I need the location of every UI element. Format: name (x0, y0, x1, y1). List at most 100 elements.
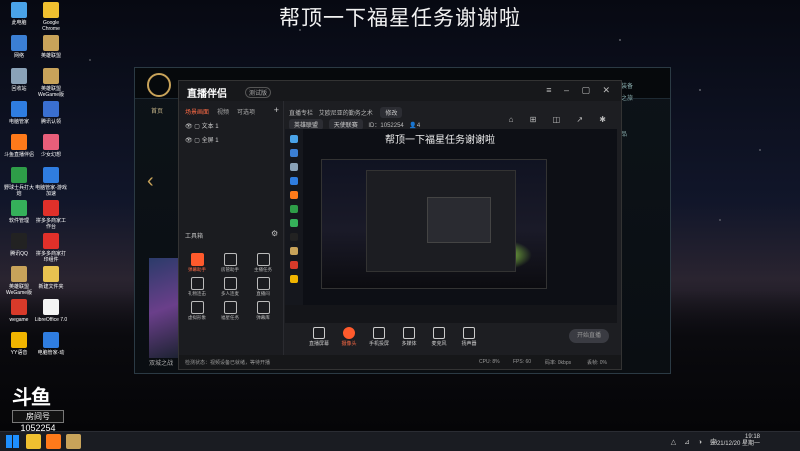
scene-item[interactable]: 👁 ▢ 文本 1 (185, 121, 219, 130)
desktop-icon-label: 英雄联盟 WeGame版 (37, 86, 65, 98)
cpu-readout: CPU: 8% (479, 359, 500, 365)
app-version-badge: 测试版 (245, 87, 272, 98)
desktop-icon[interactable]: 腾讯QQ (2, 233, 36, 257)
desktop-icon[interactable]: 野球士兵打大炮 (2, 167, 36, 197)
start-live-button[interactable]: 开始直播 (569, 329, 609, 343)
taskbar-app-icon[interactable] (66, 434, 81, 449)
clock-time: 19:18 (744, 434, 760, 440)
app-icon (43, 332, 59, 348)
desktop-icon-label: 英雄联盟 WeGame版 (5, 284, 33, 296)
tool-button[interactable]: 主播任务 (249, 253, 277, 273)
desktop-icon[interactable]: LibreOffice 7.0 (34, 299, 68, 323)
app-icon (43, 35, 59, 51)
desktop-icon[interactable]: 斗鱼直播伴侣 (2, 134, 36, 158)
desktop-icon[interactable]: 电脑管家 (2, 101, 36, 125)
desktop-icon[interactable]: 电脑管家-游戏加速 (34, 167, 68, 197)
source-button[interactable]: 摄像头 (335, 327, 363, 347)
stream-title[interactable]: 艾欧尼亚的勤务之术 (319, 111, 373, 117)
nested-app-window (366, 170, 516, 272)
desktop-icon[interactable]: 回收站 (2, 68, 36, 92)
desktop-icon[interactable]: 英雄联盟 WeGame版 (34, 68, 68, 98)
app-icon (11, 134, 27, 150)
bitrate-readout: 码率: 0kbps (545, 360, 572, 366)
desktop-icon[interactable]: 腾讯认领 (34, 101, 68, 125)
app-title-bar[interactable]: 直播伴侣 测试版 ≡ – ▢ ✕ (179, 81, 621, 101)
tool-button[interactable]: 礼物连击 (183, 277, 211, 297)
scene-item[interactable]: 👁 ▢ 全屏 1 (185, 135, 219, 144)
source-label: 多媒体 (401, 341, 417, 347)
taskbar-app-icon[interactable] (26, 434, 41, 449)
scene-tab[interactable]: 视频 (217, 107, 229, 116)
scene-label: 文本 1 (201, 124, 219, 130)
source-button[interactable]: 扬声器 (455, 327, 483, 347)
toolbar-icon-group[interactable]: ⌂ ⊞ ◫ ↗ ✱ (509, 115, 613, 124)
desktop-icon[interactable]: 英雄联盟 (34, 35, 68, 59)
tool-button[interactable]: 虚拟形象 (183, 301, 211, 321)
tool-button[interactable]: 房管助手 (216, 253, 244, 273)
stream-preview[interactable]: 帮顶一下福星任务谢谢啦 (285, 129, 617, 323)
carousel-prev-icon[interactable]: ‹ (147, 170, 154, 193)
desktop-icon-label: 英雄联盟 (40, 53, 61, 59)
desktop-icon[interactable]: YY语音 (2, 332, 36, 356)
source-label: 手机投屏 (368, 341, 389, 347)
toolbox-settings-icon[interactable]: ⚙ (271, 229, 278, 238)
start-button[interactable] (6, 435, 19, 448)
desktop-icon[interactable]: 拼多多商家打印组件 (34, 233, 68, 263)
tool-button[interactable]: 直播间 (249, 277, 277, 297)
source-button[interactable]: 多媒体 (395, 327, 423, 347)
desktop-icon-label: 新建文件夹 (38, 284, 64, 290)
drop-readout: 丢帧: 0% (587, 360, 608, 366)
desktop-icon[interactable]: 电脑管家-动 (34, 332, 68, 356)
nested-preview (321, 159, 547, 289)
edit-title-button[interactable]: 修改 (380, 107, 403, 118)
source-icon (343, 327, 355, 339)
scene-tab[interactable]: 场景画面 (185, 107, 209, 116)
clock[interactable]: 19:18 2021/12/20 星期一 (710, 434, 760, 448)
tool-button[interactable]: 福星任务 (216, 301, 244, 321)
desktop-icon[interactable]: 新建文件夹 (34, 266, 68, 290)
taskbar-app-icon[interactable] (46, 434, 61, 449)
desktop-icon[interactable]: 拼多多商家工作台 (34, 200, 68, 230)
tool-icon (223, 253, 237, 266)
app-icon (11, 2, 27, 18)
desktop-icon[interactable]: 此电脑 (2, 2, 36, 26)
status-text: 检测状态：视频设备已就绪，等待开播 (185, 360, 271, 366)
source-icon (403, 327, 415, 339)
source-button[interactable]: 直播屏幕 (305, 327, 333, 347)
app-icon (11, 233, 27, 249)
desktop-icon[interactable]: 网络 (2, 35, 36, 59)
add-scene-icon[interactable]: + (274, 105, 279, 115)
app-icon (11, 167, 27, 183)
tool-button[interactable]: 弹幕助手 (183, 253, 211, 273)
window-controls[interactable]: ≡ – ▢ ✕ (546, 85, 615, 96)
douyu-watermark: 斗鱼 房间号 1052254 (12, 388, 64, 433)
app-icon (43, 68, 59, 84)
desktop-icon[interactable]: 英雄联盟 WeGame版 (2, 266, 36, 296)
source-button[interactable]: 麦克风 (425, 327, 453, 347)
app-icon (43, 134, 59, 150)
source-controls: 开始直播 直播屏幕 摄像头 手机投屏 多媒体 麦克风 扬声器 (285, 323, 617, 355)
desktop-icon-label: 拼多多商家工作台 (35, 218, 66, 230)
desktop-icon[interactable]: Google Chrome (34, 2, 68, 32)
app-icon (11, 299, 27, 315)
tool-label: 弹幕库 (256, 315, 270, 320)
desktop-icon[interactable]: 少女幻想 (34, 134, 68, 158)
source-label: 麦克风 (431, 341, 447, 347)
tool-icon (190, 277, 204, 290)
tool-button[interactable]: 多人连麦 (216, 277, 244, 297)
scene-tab[interactable]: 可选项 (237, 107, 255, 116)
app-icon (11, 200, 27, 216)
stream-banner-text: 帮顶一下福星任务谢谢啦 (279, 7, 521, 30)
desktop-icon[interactable]: wegame (2, 299, 36, 323)
source-button[interactable]: 手机投屏 (365, 327, 393, 347)
room-label: 房间号 (12, 410, 64, 423)
tool-icon (190, 253, 204, 266)
preview-desktop-icons (285, 129, 303, 323)
lol-tab-home[interactable]: 首页 (151, 106, 163, 115)
desktop-icon[interactable]: 软件管理 (2, 200, 36, 224)
source-label: 直播屏幕 (308, 341, 329, 347)
desktop-icon-label: 拼多多商家打印组件 (35, 251, 66, 263)
tool-button[interactable]: 弹幕库 (249, 301, 277, 321)
lol-logo-icon[interactable] (147, 73, 171, 97)
fps-readout: FPS: 60 (513, 359, 532, 365)
